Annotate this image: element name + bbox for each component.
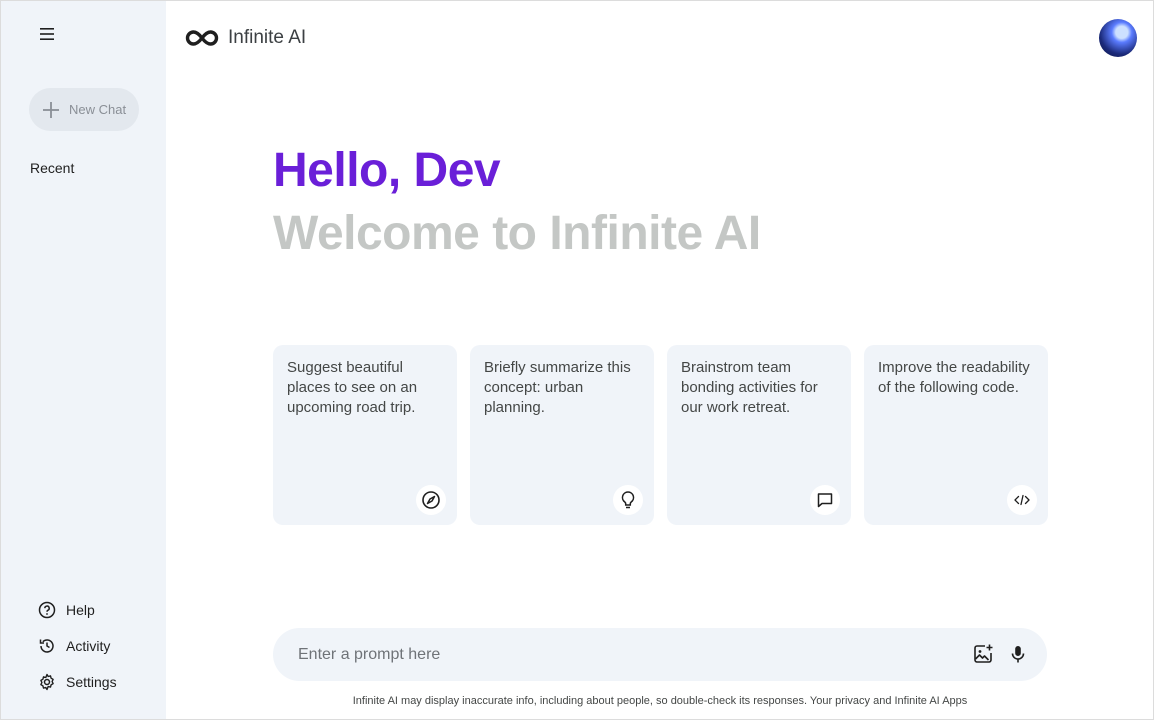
sidebar-item-activity[interactable]: Activity	[38, 633, 117, 659]
suggestion-text: Briefly summarize this concept: urban pl…	[484, 359, 631, 416]
hamburger-icon	[40, 28, 54, 40]
suggestion-text: Improve the readability of the following…	[878, 359, 1030, 396]
prompt-input[interactable]	[298, 645, 918, 664]
plus-icon	[41, 100, 61, 120]
prompt-bar	[273, 628, 1047, 681]
suggestion-card[interactable]: Suggest beautiful places to see on an up…	[273, 345, 457, 525]
greeting-welcome: Welcome to Infinite AI	[273, 207, 761, 260]
new-chat-button[interactable]: New Chat	[29, 88, 139, 131]
app-window: New Chat Recent Help Activity Settings I…	[0, 0, 1154, 720]
sidebar-item-label: Settings	[66, 674, 117, 690]
user-avatar[interactable]	[1099, 19, 1137, 57]
help-circle-icon	[38, 601, 56, 619]
code-icon	[1007, 485, 1037, 515]
lightbulb-icon	[613, 485, 643, 515]
gear-icon	[38, 673, 56, 691]
sidebar-item-label: Activity	[66, 638, 111, 654]
compass-icon	[416, 485, 446, 515]
sidebar: New Chat Recent Help Activity Settings	[1, 1, 166, 719]
disclaimer-text: Infinite AI may display inaccurate info,…	[352, 695, 968, 707]
infinity-logo-icon	[184, 25, 220, 51]
suggestion-card[interactable]: Brainstrom team bonding activities for o…	[667, 345, 851, 525]
sidebar-item-help[interactable]: Help	[38, 597, 117, 623]
recent-title: Recent	[30, 160, 75, 176]
image-upload-icon[interactable]	[971, 642, 995, 666]
new-chat-label: New Chat	[69, 102, 127, 117]
suggestion-text: Suggest beautiful places to see on an up…	[287, 359, 418, 416]
chat-bubble-icon	[810, 485, 840, 515]
brand: Infinite AI	[184, 25, 306, 51]
suggestion-card[interactable]: Improve the readability of the following…	[864, 345, 1048, 525]
suggestion-card[interactable]: Briefly summarize this concept: urban pl…	[470, 345, 654, 525]
app-name: Infinite AI	[228, 27, 307, 48]
suggestion-text: Brainstrom team bonding activities for o…	[681, 359, 818, 416]
history-icon	[38, 637, 56, 655]
greeting-hello: Hello, Dev	[273, 144, 501, 197]
microphone-icon[interactable]	[1006, 642, 1030, 666]
sidebar-item-label: Help	[66, 602, 95, 618]
suggestion-cards: Suggest beautiful places to see on an up…	[273, 345, 1048, 525]
sidebar-item-settings[interactable]: Settings	[38, 669, 117, 695]
sidebar-bottom-menu: Help Activity Settings	[38, 597, 117, 705]
menu-button[interactable]	[34, 21, 60, 47]
